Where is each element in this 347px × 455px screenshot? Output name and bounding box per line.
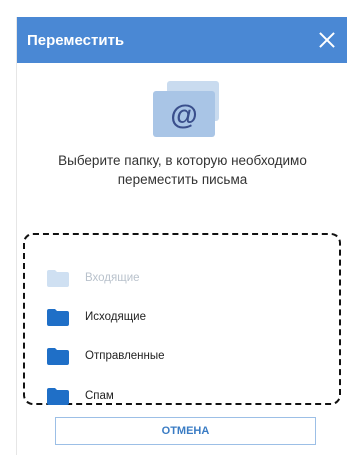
envelope-at-icon: @ xyxy=(147,81,227,145)
folder-label: Спам xyxy=(85,390,114,402)
folder-icon xyxy=(47,347,69,365)
folder-item-spam[interactable]: Спам xyxy=(47,385,114,407)
close-icon[interactable] xyxy=(316,29,338,51)
prompt-line-2: переместить письма xyxy=(117,172,248,187)
folder-label: Исходящие xyxy=(85,311,146,323)
folder-item-sent[interactable]: Отправленные xyxy=(47,345,165,367)
folder-label: Отправленные xyxy=(85,350,165,362)
folder-icon xyxy=(47,308,69,326)
folder-label: Входящие xyxy=(85,272,140,284)
prompt-text: Выберите папку, в которую необходимо пер… xyxy=(17,151,347,189)
prompt-line-1: Выберите папку, в которую необходимо xyxy=(58,153,307,168)
svg-text:@: @ xyxy=(170,99,197,130)
folder-item-inbox: Входящие xyxy=(47,267,140,289)
dialog-title: Переместить xyxy=(27,31,125,49)
folder-item-outbox[interactable]: Исходящие xyxy=(47,306,146,328)
dialog-header: Переместить xyxy=(17,17,347,63)
move-dialog: Переместить @ Выберите папку, в которую … xyxy=(16,17,347,455)
folder-list: Входящие Исходящие Отправленные Спам xyxy=(23,233,341,405)
folder-icon xyxy=(47,387,69,405)
folder-icon xyxy=(47,269,69,287)
cancel-button[interactable]: ОТМЕНА xyxy=(55,417,316,445)
